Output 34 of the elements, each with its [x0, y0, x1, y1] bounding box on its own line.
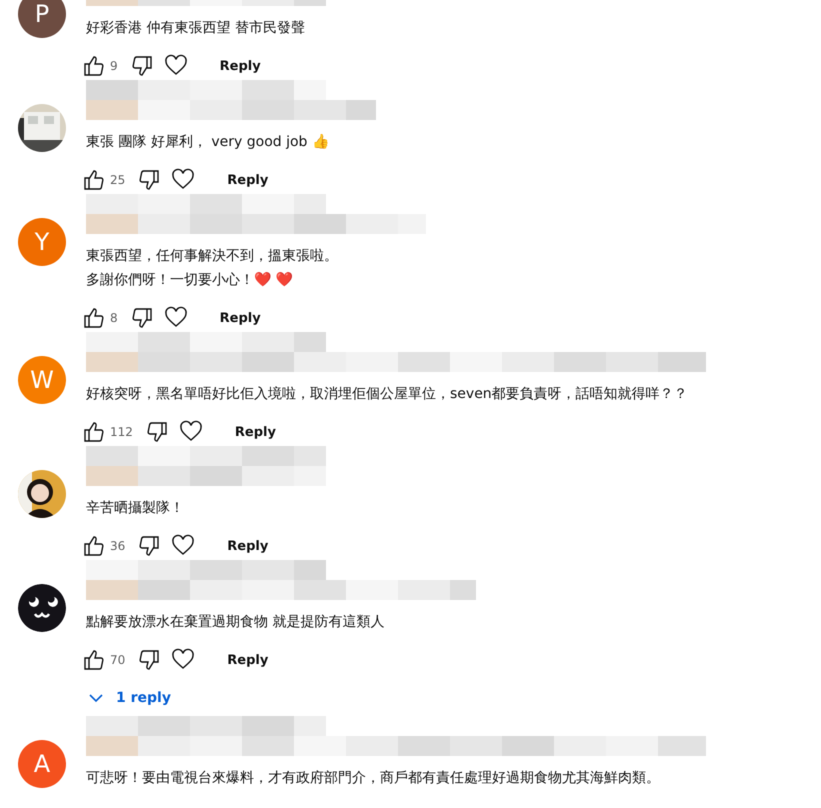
avatar[interactable]: P: [18, 0, 66, 38]
like-count: 8: [110, 311, 118, 325]
comment-text: 東張西望，任何事解決不到，搵東張啦。 多謝你們呀！一切要小心！❤ ❤: [86, 247, 339, 290]
like-count: 112: [110, 425, 133, 439]
thumbs-down-icon[interactable]: [137, 534, 162, 558]
reply-button[interactable]: Reply: [219, 534, 276, 558]
thumbs-down-icon[interactable]: [130, 306, 154, 330]
thumbs-down-icon[interactable]: [144, 420, 169, 444]
like-count: 25: [110, 173, 126, 187]
comment-text: 東張 團隊 好犀利， very good job 👍: [86, 133, 330, 152]
thumbs-down-icon[interactable]: [137, 168, 162, 192]
thumbs-up-icon[interactable]: [82, 648, 106, 672]
thumbs-up-icon[interactable]: [82, 534, 106, 558]
comment-text: 點解要放漂水在棄置過期食物 就是提防有這類人: [86, 613, 386, 632]
thumbs-up-icon[interactable]: [82, 420, 106, 444]
thumbs-up-icon[interactable]: [82, 306, 106, 330]
thumbs-down-icon[interactable]: [130, 54, 154, 78]
thumbs-up-icon[interactable]: [82, 54, 106, 78]
thumbs-up-icon[interactable]: [82, 168, 106, 192]
reply-button[interactable]: Reply: [219, 168, 276, 192]
like-count: 36: [110, 539, 126, 553]
comment-text: 辛苦晒攝製隊！: [86, 499, 185, 518]
like-count: 70: [110, 653, 126, 667]
view-replies-button[interactable]: 1 reply: [82, 684, 177, 712]
reply-button[interactable]: Reply: [212, 54, 269, 78]
face-avatar-icon[interactable]: [18, 584, 66, 632]
thumbs-down-icon[interactable]: [137, 648, 162, 672]
comment-text: 好彩香港 仲有東張西望 替市民發聲: [86, 19, 306, 38]
like-count: 9: [110, 59, 118, 73]
comment-text: 好核突呀，黑名單唔好比佢入境啦，取消埋佢個公屋單位，seven都要負責呀，話唔知就得咩？？: [86, 385, 689, 404]
reply-button[interactable]: Reply: [226, 420, 284, 444]
reply-button[interactable]: Reply: [219, 648, 276, 672]
comment-text: 可悲呀！要由電視台來爆料，才有政府部門介，商戶都有責任處理好過期食物尤其海鮮肉類。: [86, 769, 661, 788]
reply-button[interactable]: Reply: [212, 306, 269, 330]
